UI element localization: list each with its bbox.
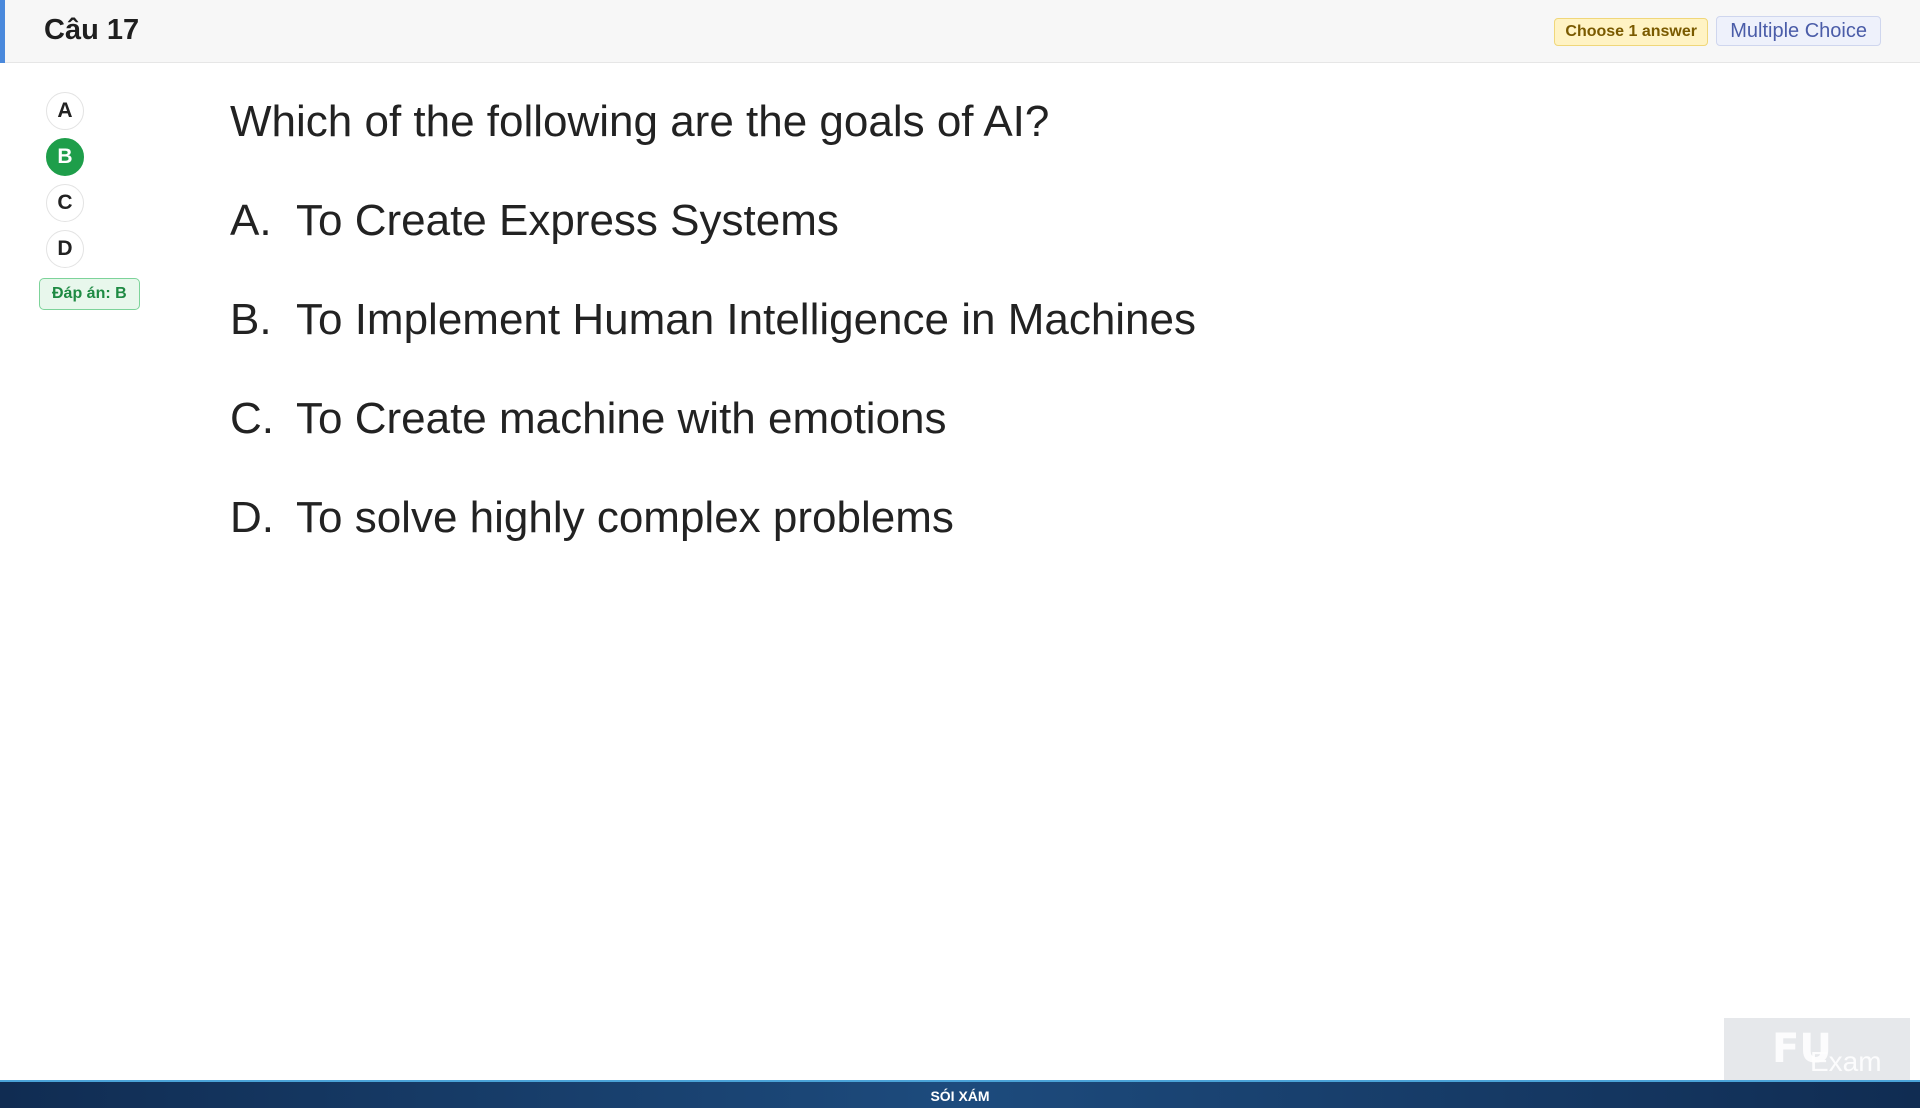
page: Câu 17 Choose 1 answer Multiple Choice A… — [0, 0, 1920, 1108]
question-content: Which of the following are the goals of … — [230, 96, 1196, 591]
option-letter: A. — [230, 196, 272, 245]
question-text: Which of the following are the goals of … — [230, 97, 1050, 146]
option-text: To Implement Human Intelligence in Machi… — [296, 295, 1197, 344]
header-accent-bar — [0, 0, 5, 63]
question-type-badge: Multiple Choice — [1716, 16, 1881, 46]
footer-bar: SÓI XÁM — [0, 1080, 1920, 1108]
question-header: Câu 17 Choose 1 answer Multiple Choice — [0, 0, 1920, 63]
choose-count-badge: Choose 1 answer — [1554, 18, 1708, 46]
choice-a-button[interactable]: A — [46, 92, 84, 130]
option-c: C. To Create machine with emotions — [230, 393, 1196, 445]
option-letter: B. — [230, 295, 272, 344]
choice-d-button[interactable]: D — [46, 230, 84, 268]
question-number: Câu 17 — [44, 14, 140, 46]
option-a: A. To Create Express Systems — [230, 195, 1196, 247]
watermark-text: Exam — [1810, 1046, 1882, 1077]
option-text: To Create machine with emotions — [296, 394, 947, 443]
option-text: To Create Express Systems — [296, 196, 839, 245]
answer-choices: A B C D — [46, 92, 86, 276]
option-text: To solve highly complex problems — [296, 493, 954, 542]
option-d: D. To solve highly complex problems — [230, 492, 1196, 544]
option-b: B. To Implement Human Intelligence in Mac… — [230, 294, 1196, 346]
correct-answer-tag: Đáp án: B — [39, 278, 140, 310]
choice-b-button[interactable]: B — [46, 138, 84, 176]
choice-c-button[interactable]: C — [46, 184, 84, 222]
footer-text: SÓI XÁM — [930, 1088, 990, 1104]
option-letter: D. — [230, 493, 274, 542]
option-letter: C. — [230, 394, 274, 443]
